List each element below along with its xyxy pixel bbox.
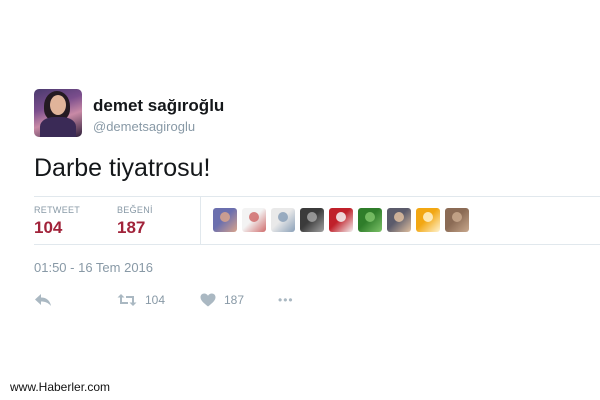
user-handle[interactable]: @demetsagiroglu — [93, 119, 195, 134]
reply-button[interactable] — [34, 290, 52, 310]
tweet-card: demet sağıroğlu @demetsagiroglu Darbe ti… — [0, 0, 600, 400]
avatar-face — [50, 95, 66, 115]
liker-avatar[interactable] — [358, 208, 382, 232]
liker-avatar-figure — [365, 212, 375, 222]
watermark: www.Haberler.com — [10, 380, 111, 394]
retweet-stat-label: RETWEET — [34, 205, 81, 215]
more-button[interactable]: ••• — [278, 290, 294, 310]
like-stat-label: BEĞENİ — [117, 205, 153, 215]
avatar[interactable] — [34, 89, 82, 137]
liker-avatar-figure — [336, 212, 346, 222]
retweet-action-count: 104 — [145, 293, 166, 307]
display-name[interactable]: demet sağıroğlu — [93, 96, 224, 116]
like-action-count: 187 — [224, 293, 245, 307]
liker-avatar-figure — [307, 212, 317, 222]
like-stat-count[interactable]: 187 — [117, 218, 145, 238]
liker-avatar[interactable] — [329, 208, 353, 232]
retweet-button[interactable]: 104 — [117, 290, 165, 310]
stats-separator — [200, 197, 201, 244]
liker-avatar[interactable] — [213, 208, 237, 232]
like-button[interactable]: 187 — [200, 290, 244, 310]
retweet-icon — [117, 294, 137, 306]
liker-avatar-figure — [394, 212, 404, 222]
liker-avatar-figure — [249, 212, 259, 222]
liker-avatar[interactable] — [416, 208, 440, 232]
liker-avatar-figure — [423, 212, 433, 222]
liker-avatar-figure — [220, 212, 230, 222]
stats-divider-bottom — [34, 244, 600, 245]
liker-avatar-figure — [278, 212, 288, 222]
retweet-stat-count[interactable]: 104 — [34, 218, 62, 238]
liker-avatar[interactable] — [300, 208, 324, 232]
avatar-body — [40, 117, 76, 137]
likers-avatars — [213, 208, 469, 232]
liker-avatar-figure — [452, 212, 462, 222]
liker-avatar[interactable] — [387, 208, 411, 232]
liker-avatar[interactable] — [242, 208, 266, 232]
tweet-timestamp[interactable]: 01:50 - 16 Tem 2016 — [34, 260, 153, 275]
liker-avatar[interactable] — [271, 208, 295, 232]
tweet-text: Darbe tiyatrosu! — [34, 154, 211, 182]
heart-icon — [200, 293, 216, 307]
stats-divider-top — [34, 196, 600, 197]
more-icon: ••• — [278, 293, 294, 307]
liker-avatar[interactable] — [445, 208, 469, 232]
reply-icon — [35, 294, 51, 306]
